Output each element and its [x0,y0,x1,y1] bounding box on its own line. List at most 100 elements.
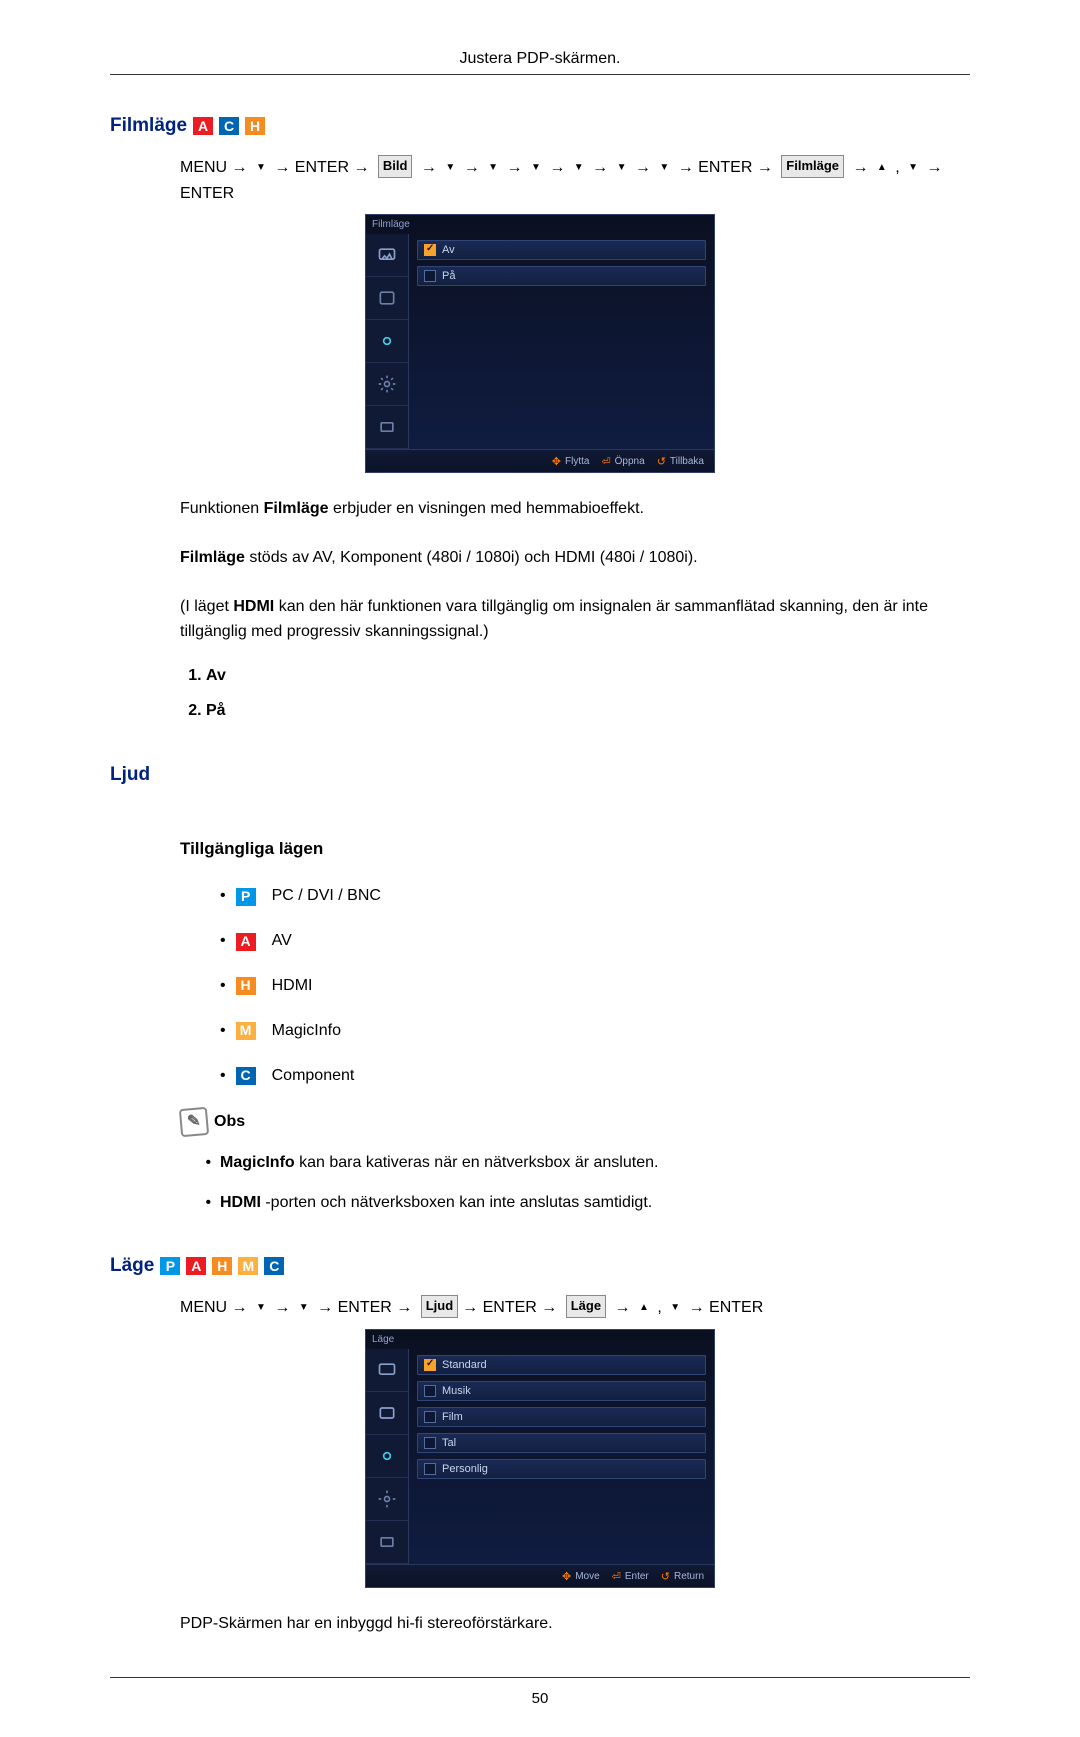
up-arrow-icon [635,1299,653,1316]
down-arrow-icon [295,1299,313,1316]
footer-rule [110,1677,970,1678]
osd-tab-setup-icon[interactable] [366,1435,408,1478]
lage-title: Läge [110,1255,154,1277]
osd-lage-wrap: Läge Standard Musik Film Tal Pers [110,1329,970,1588]
text-bold: Filmläge [180,549,245,566]
osd-option-film[interactable]: Film [417,1407,706,1427]
osd-left-tabs [366,1349,409,1564]
osd-options: Av På [409,234,714,449]
page-number: 50 [110,1690,970,1707]
section-filmlage: Filmläge A C H MENU → → ENTER → Bild → →… [110,115,970,724]
dpad-icon: ✥ [552,455,561,468]
osd-tab-sound-icon[interactable] [366,277,408,320]
mode-label: HDMI [272,974,313,999]
text-bold: HDMI [220,1194,261,1211]
osd-tab-mode-icon[interactable] [366,406,408,449]
dpad-icon: ✥ [562,1570,571,1583]
magicinfo-badge: M [236,1022,256,1040]
mode-label: MagicInfo [272,1019,341,1044]
note-item-1: MagicInfo kan bara kativeras när en nätv… [220,1150,970,1176]
component-badge: C [264,1257,284,1275]
component-badge: C [219,117,239,135]
checkbox-icon [424,1359,436,1371]
ljud-title: Ljud [110,764,970,786]
nav-enter-label: ENTER [338,1299,392,1316]
note-item-2: HDMI -porten och nätverksboxen kan inte … [220,1190,970,1216]
component-badge: C [236,1067,256,1085]
mode-label: AV [272,929,292,954]
nav-enter-label: ENTER [709,1299,763,1316]
filmlage-p3: (I läget HDMI kan den här funktionen var… [180,595,970,645]
mode-item-magicinfo: • M MagicInfo [220,1019,970,1044]
return-icon: ↺ [657,455,666,468]
osd-option-musik[interactable]: Musik [417,1381,706,1401]
enter-icon: ⏎ [612,1570,621,1583]
mode-item-pc: • P PC / DVI / BNC [220,884,970,909]
osd-options: Standard Musik Film Tal Personlig [409,1349,714,1564]
note-label: Obs [214,1110,245,1135]
magicinfo-badge: M [238,1257,258,1275]
osd-option-personlig[interactable]: Personlig [417,1459,706,1479]
osd-tab-setup-icon[interactable] [366,320,408,363]
ljud-subhead: Tillgängliga lägen [180,836,970,862]
osd-option-tal[interactable]: Tal [417,1433,706,1453]
osd-tab-picture-icon[interactable] [366,1349,408,1392]
osd-body: Av På [366,234,714,449]
filmlage-menu-path: MENU → → ENTER → Bild → → → → → → → ENTE… [180,155,970,206]
down-arrow-icon [613,159,631,176]
text-fragment: kan den här funktionen vara tillgänglig … [180,598,928,640]
osd-footer: ✥Move ⏎Enter ↺Return [366,1564,714,1587]
nav-enter-label: ENTER [483,1299,537,1316]
osd-option-standard[interactable]: Standard [417,1355,706,1375]
mode-item-hdmi: • H HDMI [220,974,970,999]
down-arrow-icon [666,1299,684,1316]
pc-badge: P [160,1257,180,1275]
osd-footer-move: ✥Move [562,1570,600,1583]
osd-tab-settings-icon[interactable] [366,363,408,406]
lage-title-row: Läge P A H M C [110,1255,970,1277]
down-arrow-icon [904,159,922,176]
checkbox-icon [424,1411,436,1423]
up-arrow-icon [873,159,891,176]
osd-footer-return: ↺Return [661,1570,704,1583]
filmlage-title: Filmläge [110,115,187,137]
osd-tab-mode-icon[interactable] [366,1521,408,1564]
mode-item-component: • C Component [220,1064,970,1089]
osd-option-av[interactable]: Av [417,240,706,260]
note-head: ✎ Obs [180,1108,970,1136]
down-arrow-icon [527,159,545,176]
osd-option-label: På [442,270,455,282]
osd-footer-enter: ⏎Enter [612,1570,649,1583]
osd-option-label: Personlig [442,1463,488,1475]
note-icon: ✎ [179,1107,209,1137]
text-fragment: kan bara kativeras när en nätverksbox är… [295,1154,659,1171]
osd-option-label: Tal [442,1437,456,1449]
av-badge: A [193,117,213,135]
down-arrow-icon [570,159,588,176]
bracket-ljud: Ljud [421,1295,458,1318]
osd-option-pa[interactable]: På [417,266,706,286]
osd-tab-sound-icon[interactable] [366,1392,408,1435]
nav-menu-label: MENU [180,159,227,176]
filmlage-list: Av På [180,664,970,724]
text-fragment: erbjuder en visningen med hemmabioeffekt… [329,500,644,517]
osd-footer-back: ↺ Tillbaka [657,455,704,468]
osd-tab-settings-icon[interactable] [366,1478,408,1521]
osd-footer: ✥Flytta ⏎Öppna ↺Tillbaka [366,449,714,472]
hdmi-badge: H [212,1257,232,1275]
osd-footer-open-label: Öppna [615,456,645,467]
mode-label: Component [272,1064,355,1089]
filmlage-p1: Funktionen Filmläge erbjuder en visninge… [180,497,970,522]
nav-menu-label: MENU [180,1299,227,1316]
av-badge: A [186,1257,206,1275]
pc-badge: P [236,888,256,906]
checkbox-icon [424,1385,436,1397]
osd-top-label: Filmläge [366,215,714,234]
down-arrow-icon [484,159,502,176]
osd-body: Standard Musik Film Tal Personlig [366,1349,714,1564]
lage-menu-path: MENU → → → ENTER → Ljud→ ENTER → Läge → … [180,1295,970,1321]
text-bold: Filmläge [264,500,329,517]
osd-option-label: Musik [442,1385,471,1397]
osd-footer-back-label: Tillbaka [670,456,704,467]
osd-tab-picture-icon[interactable] [366,234,408,277]
